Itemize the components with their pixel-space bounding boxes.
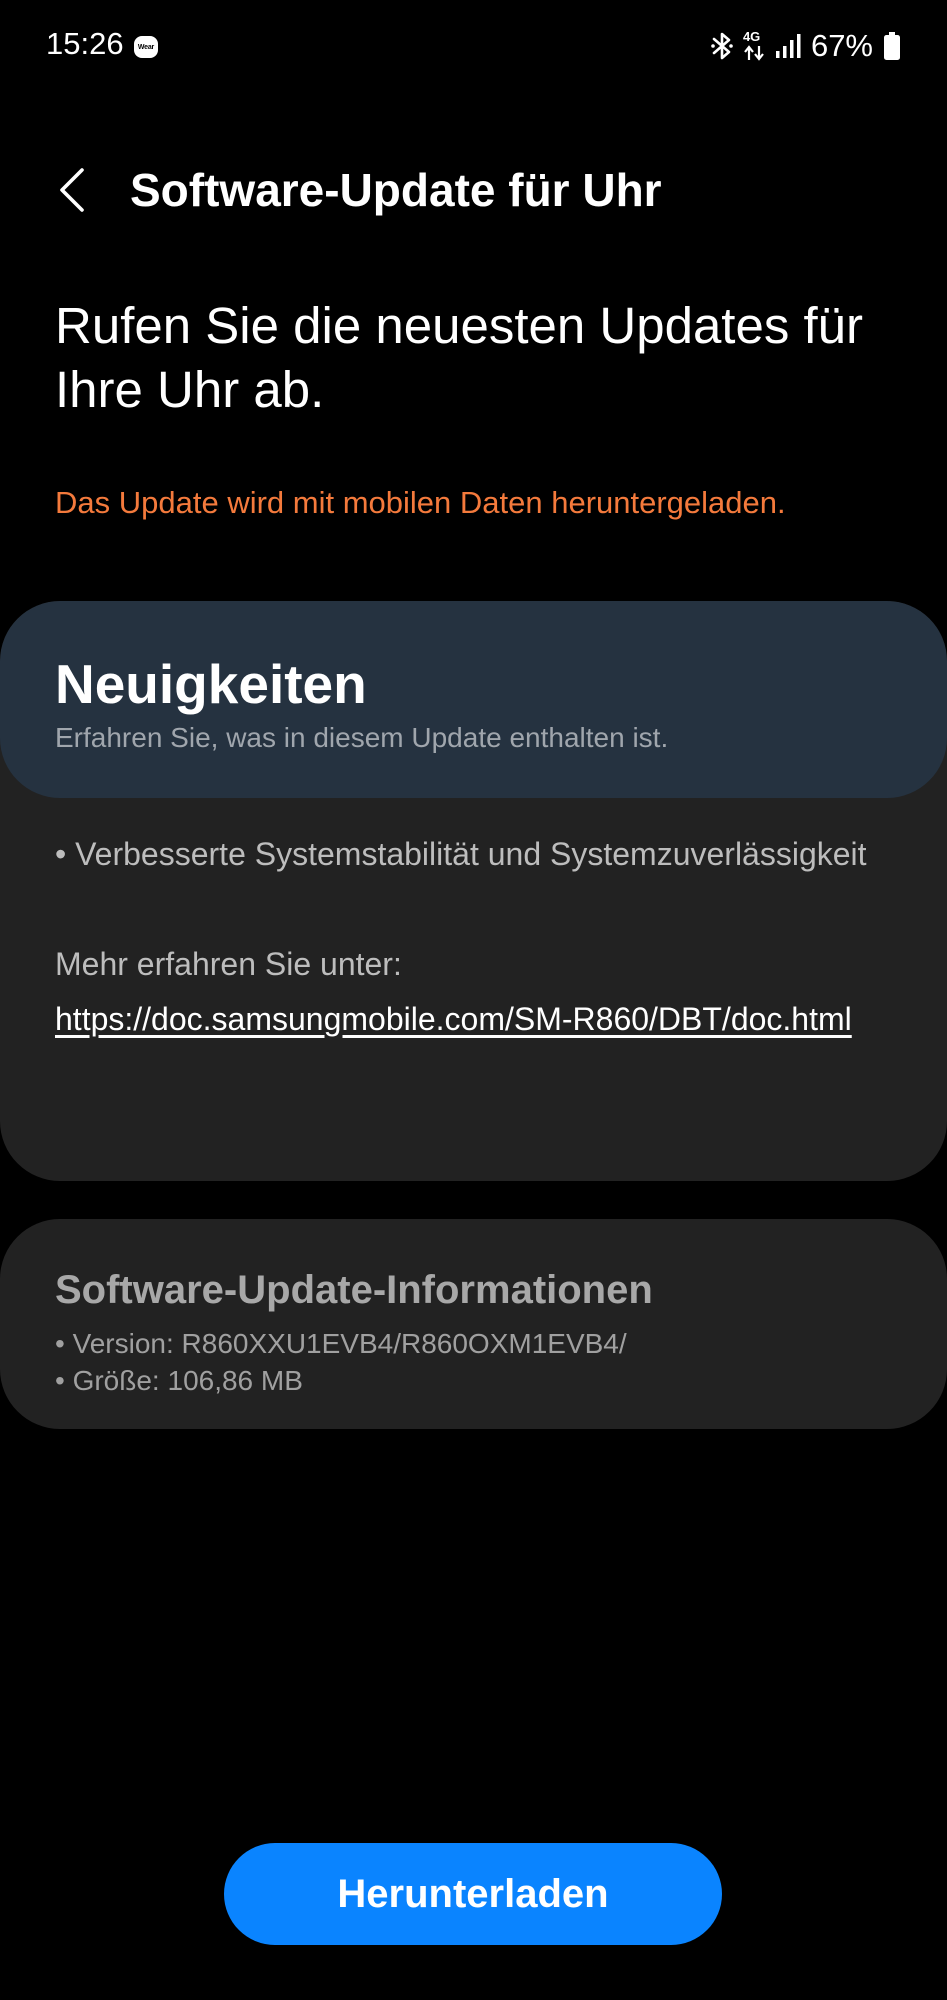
chevron-left-icon	[60, 168, 84, 212]
status-bar: 15:26 Wear 4G 67%	[0, 0, 947, 96]
network-4g-label: 4G	[742, 29, 761, 44]
status-time: 15:26	[46, 26, 124, 61]
mobile-data-warning: Das Update wird mit mobilen Daten herunt…	[55, 485, 786, 520]
update-info-title: Software-Update-Informationen	[55, 1268, 653, 1312]
update-info-card: Software-Update-Informationen • Version:…	[0, 1219, 947, 1429]
wear-icon: Wear	[134, 36, 158, 58]
headline: Rufen Sie die neuesten Updates für Ihre …	[55, 297, 864, 418]
news-subtitle: Erfahren Sie, was in diesem Update entha…	[55, 722, 669, 753]
page-title: Software-Update für Uhr	[130, 164, 662, 216]
news-header: Neuigkeiten Erfahren Sie, was in diesem …	[0, 601, 947, 798]
update-version: • Version: R860XXU1EVB4/R860OXM1EVB4/	[55, 1328, 627, 1359]
update-size: • Größe: 106,86 MB	[55, 1365, 303, 1396]
network-4g-icon: 4G	[743, 30, 765, 62]
bluetooth-icon	[711, 31, 733, 61]
release-notes-link[interactable]: https://doc.samsungmobile.com/SM-R860/DB…	[55, 1001, 852, 1037]
news-title: Neuigkeiten	[55, 653, 367, 715]
news-item: • Verbesserte Systemstabilität und Syste…	[55, 836, 867, 872]
status-icons: 4G 67%	[711, 26, 901, 66]
signal-icon	[775, 33, 801, 59]
battery-percentage: 67%	[810, 28, 873, 63]
news-card: Neuigkeiten Erfahren Sie, was in diesem …	[0, 601, 947, 1181]
battery-icon	[883, 31, 901, 61]
download-button[interactable]: Herunterladen	[224, 1843, 722, 1945]
back-button[interactable]	[44, 160, 100, 220]
news-body: • Verbesserte Systemstabilität und Syste…	[55, 827, 885, 1047]
more-info-label: Mehr erfahren Sie unter:	[55, 946, 402, 982]
